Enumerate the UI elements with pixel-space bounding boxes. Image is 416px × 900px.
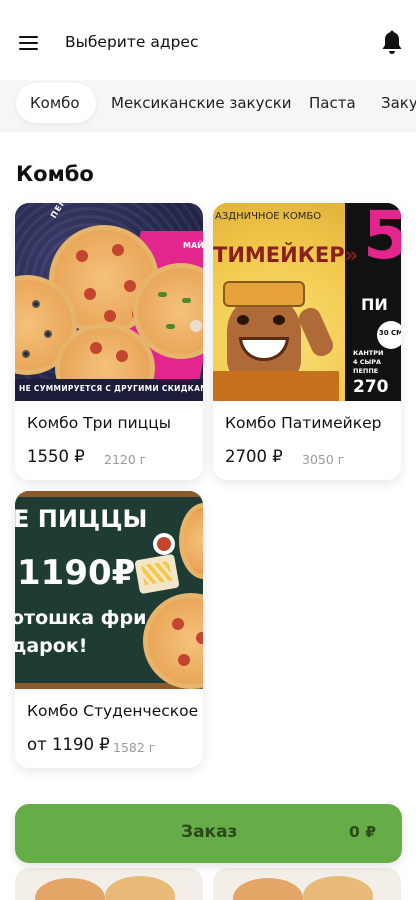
product-name: Комбо Студенческое (27, 702, 199, 720)
product-card-student[interactable]: Е ПИЦЦЫ 1190₽ отошка фри дарок! Комбо Ст… (15, 491, 203, 768)
hamburger-menu-icon[interactable] (19, 36, 38, 50)
category-tabs: Комбо Мексиканские закуски Паста Закуски (0, 80, 416, 132)
tab-combo[interactable]: Комбо (16, 83, 96, 123)
section-title: Комбо (16, 162, 94, 186)
order-button[interactable]: Заказ 0 ₽ (15, 804, 402, 863)
bell-icon[interactable] (380, 30, 404, 56)
next-product-card[interactable] (213, 868, 401, 900)
order-total: 0 ₽ (349, 823, 376, 841)
product-price: 2700 ₽ (225, 447, 283, 466)
product-weight: 3050 г (302, 452, 345, 467)
product-name: Комбо Три пиццы (27, 414, 172, 432)
product-price: от 1190 ₽ (27, 735, 110, 754)
next-product-card[interactable] (15, 868, 203, 900)
tab-pasta[interactable]: Паста (295, 83, 370, 123)
product-card-patimaker[interactable]: АЗДНИЧНОЕ КОМБО ТИМЕЙКЕР» 5 ПИ 30 СМ КАН… (213, 203, 401, 480)
address-selector[interactable]: Выберите адрес (65, 33, 198, 51)
tab-snacks[interactable]: Закуски (367, 83, 416, 123)
product-card-three-pizzas[interactable]: ПЕППЕРОНИ МАЙ НЕ СУММИРУЕТСЯ С ДРУГИМИ С… (15, 203, 203, 480)
product-price: 1550 ₽ (27, 447, 85, 466)
tab-mexican-snacks[interactable]: Мексиканские закуски (97, 83, 306, 123)
product-weight: 1582 г (113, 740, 156, 755)
product-image: АЗДНИЧНОЕ КОМБО ТИМЕЙКЕР» 5 ПИ 30 СМ КАН… (213, 203, 401, 401)
product-image: ПЕППЕРОНИ МАЙ НЕ СУММИРУЕТСЯ С ДРУГИМИ С… (15, 203, 203, 401)
app-header: Выберите адрес (0, 0, 416, 86)
product-image: Е ПИЦЦЫ 1190₽ отошка фри дарок! (15, 491, 203, 689)
product-weight: 2120 г (104, 452, 147, 467)
order-label: Заказ (181, 822, 238, 842)
product-name: Комбо Патимейкер (225, 414, 382, 432)
